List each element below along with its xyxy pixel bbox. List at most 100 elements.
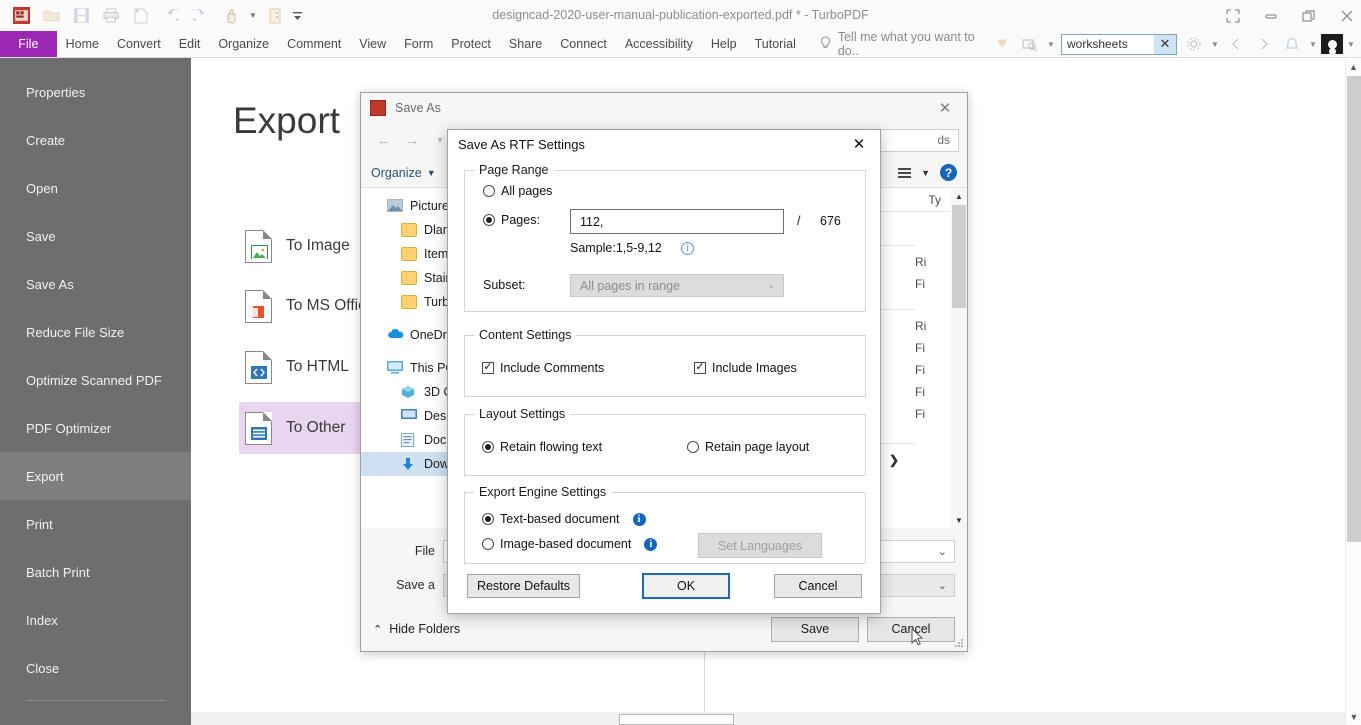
organize-caret-icon[interactable]: ▼	[427, 168, 436, 178]
view-caret-icon[interactable]: ▼	[921, 168, 930, 178]
radio-pages[interactable]: Pages:	[483, 213, 540, 227]
radio-retain-page-layout[interactable]: Retain page layout	[687, 440, 809, 454]
close-icon[interactable]: ✕	[838, 130, 880, 158]
resize-grip[interactable]	[955, 639, 964, 648]
gear-caret-icon[interactable]: ▼	[1209, 40, 1221, 49]
checkbox-include-images[interactable]: Include Images	[694, 361, 797, 375]
sidebar-item-close[interactable]: Close	[0, 644, 191, 692]
tab-convert[interactable]: Convert	[108, 31, 170, 57]
bell-icon[interactable]	[1279, 32, 1305, 56]
tab-organize[interactable]: Organize	[209, 31, 278, 57]
new-document-icon[interactable]	[126, 3, 156, 29]
tab-accessibility[interactable]: Accessibility	[616, 31, 702, 57]
page-scrollbar[interactable]: ▲ ▼	[1345, 58, 1361, 725]
forward-arrow-icon[interactable]: →	[399, 127, 425, 153]
sidebar-item-reduce-file-size[interactable]: Reduce File Size	[0, 308, 191, 356]
restore-down-button[interactable]	[1216, 0, 1250, 31]
bell-caret-icon[interactable]: ▼	[1307, 40, 1319, 49]
export-engine-settings-group: Export Engine Settings Text-based docume…	[464, 485, 866, 564]
tab-edit[interactable]: Edit	[170, 31, 210, 57]
sidebar-item-save[interactable]: Save	[0, 212, 191, 260]
scroll-up-icon[interactable]: ▲	[1346, 58, 1361, 75]
status-bar-chip[interactable]	[619, 714, 734, 725]
undo-icon[interactable]	[156, 3, 186, 29]
tab-tutorial[interactable]: Tutorial	[746, 31, 805, 57]
expand-chevron-icon[interactable]: ❯	[889, 453, 899, 467]
info-icon[interactable]: i	[681, 242, 694, 255]
organize-button[interactable]: Organize	[371, 166, 422, 180]
chevron-down-icon[interactable]: ⌄	[938, 579, 947, 592]
tab-file[interactable]: File	[0, 31, 57, 57]
previous-icon[interactable]	[1223, 32, 1249, 56]
search-clear-icon[interactable]: ✕	[1154, 34, 1176, 54]
info-icon[interactable]: i	[632, 512, 646, 526]
help-icon[interactable]: ?	[940, 164, 957, 181]
print-icon[interactable]	[96, 3, 126, 29]
page-fit-icon[interactable]	[260, 3, 290, 29]
tab-view[interactable]: View	[350, 31, 395, 57]
sidebar-item-batch-print[interactable]: Batch Print	[0, 548, 191, 596]
gear-icon[interactable]	[1181, 32, 1207, 56]
save-button[interactable]: Save	[771, 616, 859, 642]
scrollbar-thumb[interactable]	[1347, 76, 1361, 542]
tab-protect[interactable]: Protect	[442, 31, 500, 57]
hide-folders-button[interactable]: ⌃ Hide Folders	[373, 622, 460, 636]
heart-icon[interactable]: ♥	[989, 32, 1015, 56]
sidebar-item-open[interactable]: Open	[0, 164, 191, 212]
snapshot-caret-icon[interactable]: ▼	[1045, 40, 1057, 49]
save-icon[interactable]	[66, 3, 96, 29]
info-icon[interactable]: i	[644, 537, 658, 551]
scroll-down-icon[interactable]: ▼	[1346, 708, 1361, 725]
close-button[interactable]	[1330, 0, 1361, 31]
sidebar-item-pdf-optimizer[interactable]: PDF Optimizer	[0, 404, 191, 452]
view-list-icon[interactable]	[898, 167, 912, 178]
avatar-caret-icon[interactable]: ▼	[1345, 40, 1357, 49]
radio-image-based-document[interactable]: Image-based document i	[482, 537, 658, 551]
sidebar-item-optimize-scanned-pdf[interactable]: Optimize Scanned PDF	[0, 356, 191, 404]
back-arrow-icon[interactable]: ←	[371, 127, 397, 153]
tab-share[interactable]: Share	[500, 31, 551, 57]
hand-tool-caret-icon[interactable]: ▼	[246, 3, 260, 29]
pages-input[interactable]: 112,	[570, 209, 784, 234]
cancel-button[interactable]: Cancel	[774, 574, 862, 598]
maximize-button[interactable]	[1292, 0, 1326, 31]
tab-connect[interactable]: Connect	[551, 31, 616, 57]
radio-text-based-document[interactable]: Text-based document i	[482, 512, 646, 526]
subset-select[interactable]: All pages in range ⌄	[570, 274, 784, 297]
hand-tool-icon[interactable]	[216, 3, 246, 29]
snapshot-icon[interactable]	[1017, 32, 1043, 56]
tab-form[interactable]: Form	[395, 31, 442, 57]
radio-all-pages[interactable]: All pages	[483, 184, 552, 198]
redo-icon[interactable]	[186, 3, 216, 29]
tab-home[interactable]: Home	[57, 31, 108, 57]
tell-me-box[interactable]: Tell me what you want to do..	[805, 30, 989, 58]
sidebar-item-properties[interactable]: Properties	[0, 68, 191, 116]
sidebar-item-print[interactable]: Print	[0, 500, 191, 548]
sidebar-item-preferences[interactable]: Preferences	[0, 709, 191, 725]
tab-comment[interactable]: Comment	[278, 31, 350, 57]
restore-defaults-button[interactable]: Restore Defaults	[467, 574, 580, 598]
open-folder-icon[interactable]	[36, 3, 66, 29]
tab-help[interactable]: Help	[702, 31, 746, 57]
office-document-icon	[245, 289, 272, 323]
sidebar-item-create[interactable]: Create	[0, 116, 191, 164]
next-icon[interactable]	[1251, 32, 1277, 56]
scroll-down-icon[interactable]: ▼	[951, 512, 967, 528]
sidebar-item-save-as[interactable]: Save As	[0, 260, 191, 308]
column-header-type[interactable]: Ty	[928, 193, 941, 207]
app-logo-icon[interactable]	[6, 3, 36, 29]
avatar-icon[interactable]	[1321, 34, 1343, 54]
sidebar-item-export[interactable]: Export	[0, 452, 191, 500]
scroll-up-icon[interactable]: ▲	[951, 188, 967, 204]
sidebar-item-index[interactable]: Index	[0, 596, 191, 644]
more-commands-icon[interactable]	[290, 3, 304, 29]
radio-retain-flowing-text[interactable]: Retain flowing text	[482, 440, 602, 454]
minimize-button[interactable]	[1254, 0, 1288, 31]
save-as-close-button[interactable]: ✕	[923, 93, 967, 122]
checkbox-include-comments[interactable]: Include Comments	[482, 361, 604, 375]
file-list-scrollbar[interactable]: ▲ ▼	[951, 188, 967, 528]
chevron-down-icon[interactable]: ⌄	[938, 545, 947, 558]
search-input[interactable]: worksheets ✕	[1061, 33, 1177, 55]
scrollbar-thumb[interactable]	[952, 205, 966, 308]
ok-button[interactable]: OK	[642, 573, 730, 599]
